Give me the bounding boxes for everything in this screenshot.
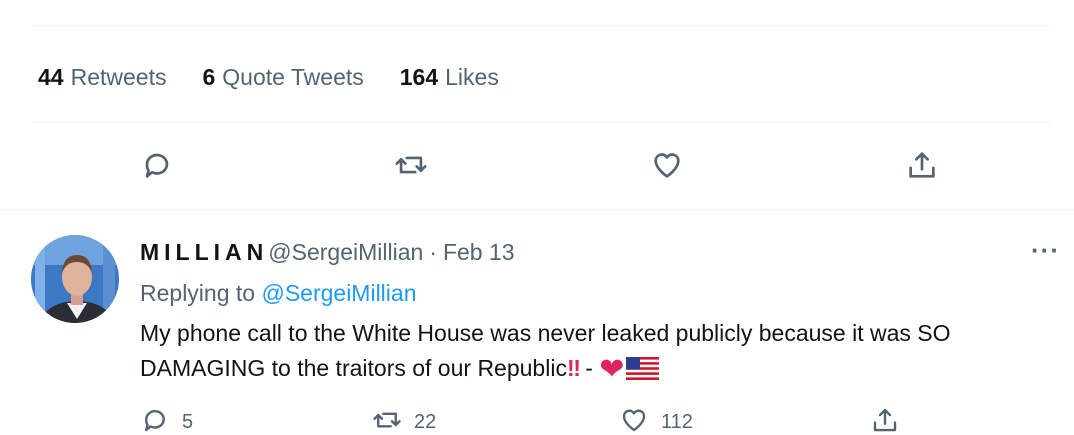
tweet-text-content: My phone call to the White House was nev… [140,320,951,381]
likes-stat[interactable]: 164 Likes [400,64,499,91]
tweet-dash: - [578,355,600,381]
avatar[interactable] [31,235,119,323]
reply-tweet[interactable]: MILLIAN @SergeiMillian · Feb 13 ··· Repl… [140,234,1060,387]
like-icon [654,153,680,178]
top-divider [33,25,1050,26]
share-icon [873,408,897,432]
red-heart-emoji: ❤ [599,353,625,386]
reply-icon [145,410,165,432]
retweets-count: 44 [38,63,64,90]
quote-tweets-count: 6 [202,63,216,90]
tweet-header: MILLIAN @SergeiMillian · Feb 13 ··· [140,234,1060,270]
quote-tweets-stat[interactable]: 6 Quote Tweets [202,64,363,91]
double-exclamation-emoji: ‼ [566,355,581,381]
likes-count: 164 [399,63,439,90]
tweet-date[interactable]: Feb 13 [443,234,515,270]
likes-label: Likes [445,63,499,90]
like-button[interactable] [647,145,687,185]
tweet-action-bar [0,145,1074,189]
display-name[interactable]: MILLIAN [140,234,268,270]
quote-tweets-label: Quote Tweets [222,63,364,90]
user-handle[interactable]: @SergeiMillian [268,234,423,270]
retweet-icon [395,156,427,174]
separator-dot: · [429,239,437,265]
tweet-text: My phone call to the White House was nev… [140,316,1060,387]
retweet-icon [373,412,401,428]
replying-to-mention[interactable]: @SergeiMillian [261,280,416,306]
actions-divider [0,209,1074,210]
reply-action-bar: 5 22 112 [0,405,1074,433]
replying-to: Replying to @SergeiMillian [140,274,1060,312]
tweet-stats: 44 Retweets 6 Quote Tweets 164 Likes [38,60,535,94]
profile-photo [31,235,119,323]
more-options-icon[interactable]: ··· [1031,232,1060,268]
retweets-label: Retweets [70,63,167,90]
reply-retweet-button[interactable]: 22 [372,405,436,435]
flag-us-icon [626,357,660,380]
reply-like-button[interactable]: 112 [619,405,693,435]
reply-share-button[interactable] [870,405,900,435]
retweets-stat[interactable]: 44 Retweets [38,64,166,91]
stats-divider [33,122,1050,123]
like-icon [622,409,646,432]
reply-button[interactable] [137,145,177,185]
retweet-button[interactable] [391,145,431,185]
reply-icon [145,153,169,178]
share-icon [909,152,935,178]
replying-prefix: Replying to [140,280,256,306]
share-button[interactable] [902,145,942,185]
reply-reply-button[interactable]: 5 [140,405,193,435]
